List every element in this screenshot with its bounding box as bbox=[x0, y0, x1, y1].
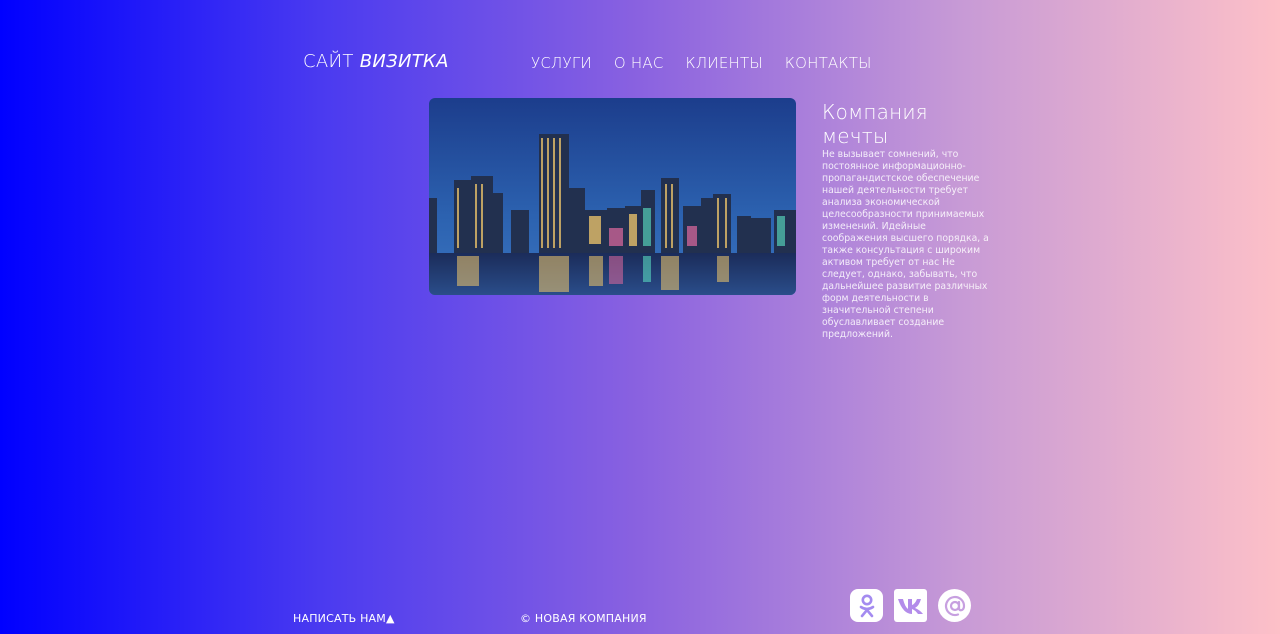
nav-link-services[interactable]: УСЛУГИ bbox=[531, 54, 592, 72]
write-us-link[interactable]: НАПИСАТЬ НАМ▲ bbox=[293, 612, 395, 625]
site-logo[interactable]: САЙТ ВИЗИТКА bbox=[303, 51, 449, 72]
city-skyline-image bbox=[429, 98, 796, 295]
nav-link-clients[interactable]: КЛИЕНТЫ bbox=[686, 54, 763, 72]
company-title: Компания мечты bbox=[822, 100, 928, 148]
logo-text-part1: САЙТ bbox=[303, 51, 354, 72]
company-description: Не вызывает сомнений, что постоянное инф… bbox=[822, 149, 989, 340]
copyright-text: © НОВАЯ КОМПАНИЯ bbox=[520, 612, 647, 625]
email-at-icon[interactable] bbox=[938, 589, 971, 622]
nav-link-contacts[interactable]: КОНТАКТЫ bbox=[785, 54, 872, 72]
company-about: Компания мечты Не вызывает сомнений, что… bbox=[822, 100, 992, 341]
nav-link-about[interactable]: О НАС bbox=[614, 54, 664, 72]
logo-text-part2: ВИЗИТКА bbox=[359, 51, 449, 72]
odnoklassniki-icon[interactable] bbox=[850, 589, 883, 622]
main-nav: УСЛУГИ О НАС КЛИЕНТЫ КОНТАКТЫ bbox=[531, 54, 872, 72]
vk-icon[interactable] bbox=[894, 589, 927, 622]
social-links bbox=[850, 589, 971, 622]
